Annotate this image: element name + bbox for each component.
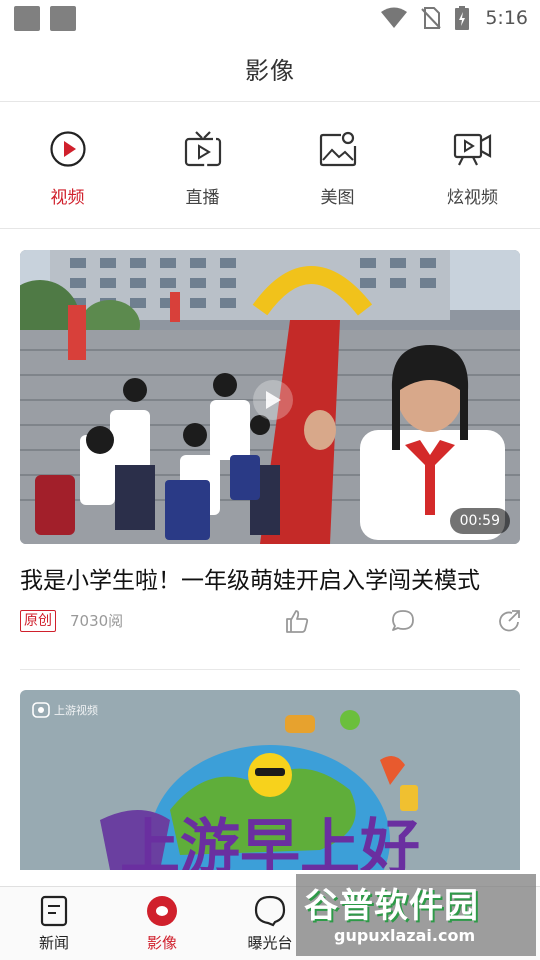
comment-icon[interactable] [390, 608, 416, 634]
thumbs-up-icon[interactable] [284, 608, 310, 634]
tab-video-label: 视频 [50, 188, 85, 208]
source-logo: 上游视频 [32, 702, 98, 718]
original-badge: 原创 [20, 610, 56, 632]
tab-photos[interactable]: 美图 [270, 103, 405, 228]
tab-live-label: 直播 [185, 188, 220, 208]
nav-video[interactable]: 影像 [108, 887, 216, 960]
play-icon [266, 391, 281, 409]
image-icon [318, 129, 358, 169]
notification-icon [14, 6, 40, 31]
no-sim-icon [421, 7, 442, 29]
play-circle-icon [48, 129, 88, 169]
news-icon [38, 895, 70, 927]
watermark-url: gupuxlazai.com [334, 926, 476, 945]
tab-video[interactable]: 视频 [0, 103, 135, 228]
notification-icon [50, 6, 76, 31]
tab-photos-label: 美图 [320, 188, 355, 208]
tab-live[interactable]: 直播 [135, 103, 270, 228]
headline-art: 上游早上好 [120, 813, 420, 870]
tab-cool-video[interactable]: 炫视频 [405, 103, 540, 228]
tv-play-icon [183, 129, 223, 169]
watermark-text: 谷普软件园 [304, 886, 479, 926]
bubble-icon [254, 895, 286, 927]
page-title: 影像 [245, 57, 295, 85]
play-button[interactable] [253, 380, 293, 420]
video-title[interactable]: 我是小学生啦！一年级萌娃开启入学闯关模式 [20, 564, 520, 598]
record-icon [146, 895, 178, 927]
app-header: 影像 [0, 36, 540, 102]
read-count: 7030阅 [70, 612, 124, 630]
nav-news[interactable]: 新闻 [0, 887, 108, 960]
video-duration: 00:59 [449, 508, 510, 534]
video-thumbnail[interactable]: 上游早上好 上游视频 [20, 690, 520, 870]
share-icon[interactable] [496, 608, 522, 634]
status-bar: 5:16 [0, 0, 540, 36]
tab-cool-video-label: 炫视频 [447, 188, 498, 208]
nav-news-label: 新闻 [38, 934, 69, 952]
tv-logo-icon [32, 702, 50, 718]
video-feed: 00:59 我是小学生啦！一年级萌娃开启入学闯关模式 原创 7030阅 上游早上… [20, 250, 520, 870]
source-logo-text: 上游视频 [54, 704, 98, 717]
video-thumbnail[interactable]: 00:59 [20, 250, 520, 544]
watermark: 谷普软件园 gupuxlazai.com [296, 874, 536, 956]
nav-exposure-label: 曝光台 [247, 934, 293, 952]
clock: 5:16 [485, 7, 528, 29]
video-meta-row: 原创 7030阅 [20, 610, 520, 670]
category-row: 视频 直播 美图 炫视频 [0, 103, 540, 229]
battery-icon [455, 6, 470, 30]
wifi-icon [381, 7, 408, 28]
nav-video-label: 影像 [146, 934, 177, 952]
video-camera-icon [453, 129, 493, 169]
